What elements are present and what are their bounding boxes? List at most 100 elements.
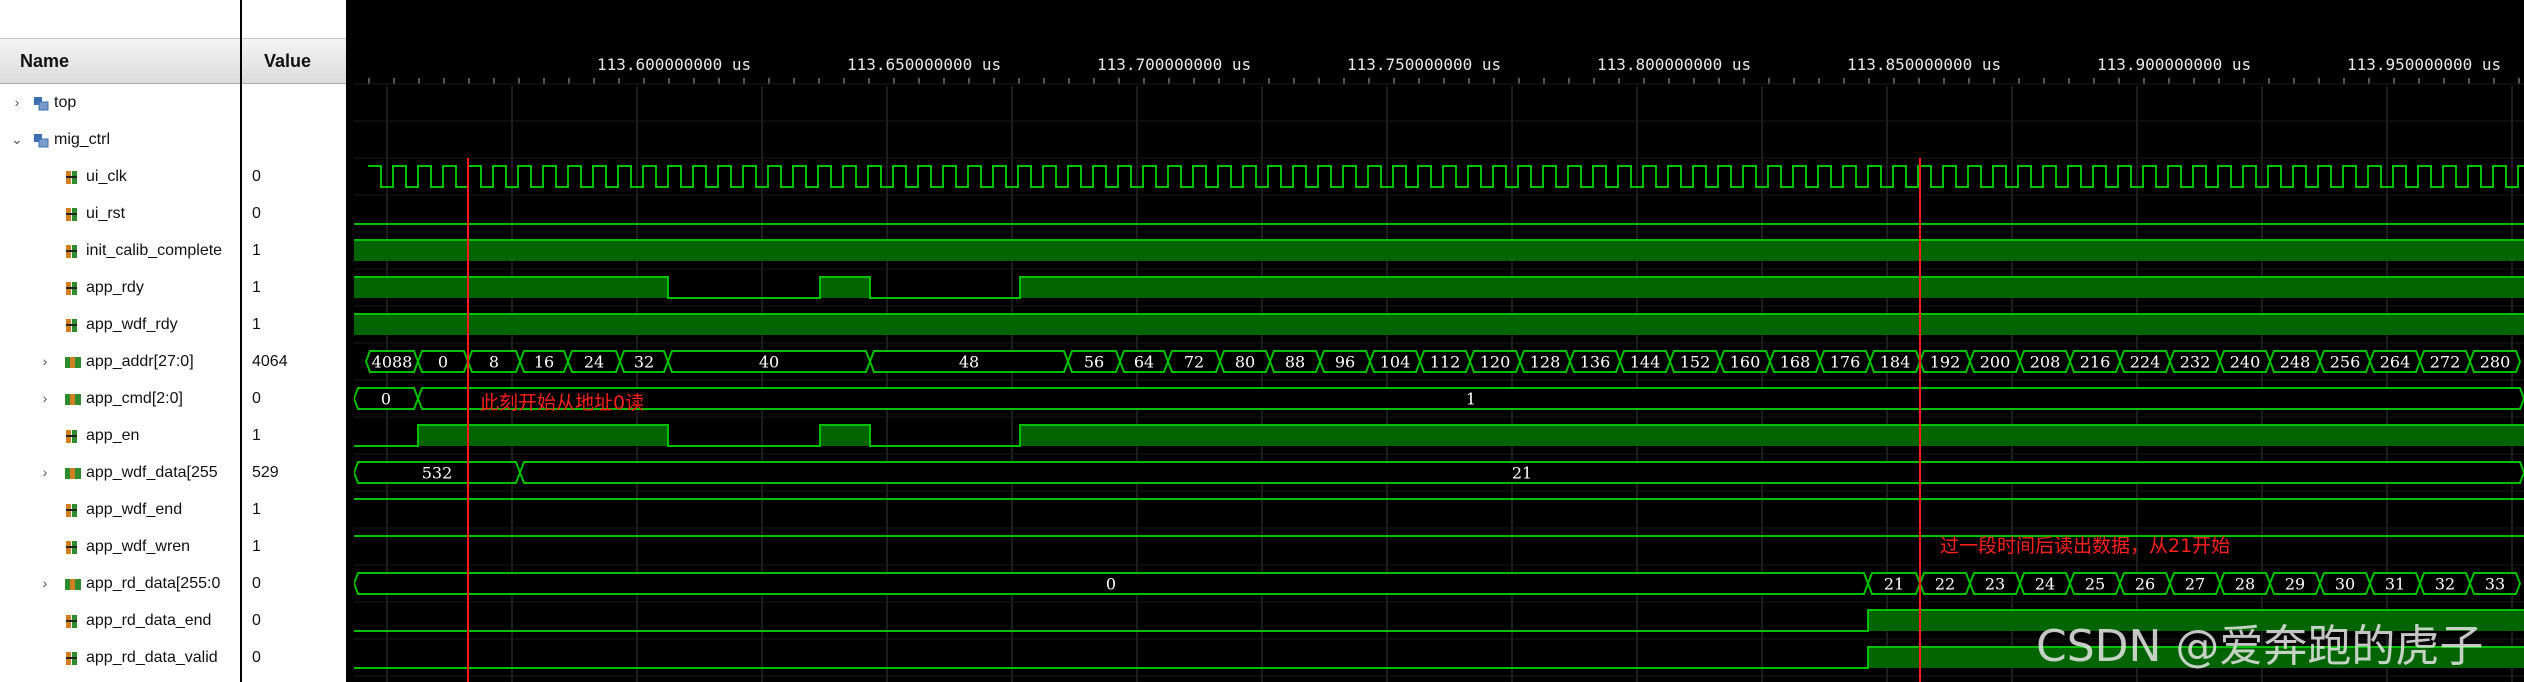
app-addr-value-label: 8 — [489, 353, 499, 372]
ruler-label: 113.700000000 us — [1097, 55, 1251, 74]
name-column-header[interactable]: Name — [0, 38, 240, 84]
app-addr-value-label: 184 — [1880, 353, 1911, 372]
value-column-header[interactable]: Value — [242, 38, 346, 84]
signal-row[interactable]: › app_rd_data[255:0 — [0, 565, 240, 602]
expand-chevron-icon[interactable]: › — [36, 343, 54, 380]
app-rd-data-value-label: 22 — [1935, 575, 1955, 594]
app-en-wave — [354, 424, 2524, 447]
signal-value-row: 1 — [242, 491, 346, 528]
app-cmd-bus: 01 — [354, 387, 2524, 410]
app-addr-value-label: 104 — [1380, 353, 1411, 372]
signal-value-row: 1 — [242, 528, 346, 565]
app-rd-data-value-label: 23 — [1985, 575, 2005, 594]
app-addr-value-label: 272 — [2430, 353, 2461, 372]
signal-value-row: 1 — [242, 306, 346, 343]
column-divider[interactable] — [346, 0, 354, 682]
waveform-area[interactable]: 113.600000000 us 113.650000000 us 113.7000… — [354, 0, 2524, 682]
collapse-chevron-icon[interactable]: ⌄ — [8, 121, 26, 158]
signal-value: 1 — [252, 242, 261, 259]
annotation-read-data: 过一段时间后读出数据，从21开始 — [1940, 535, 2230, 557]
app-rd-data-value-label: 0 — [1106, 575, 1116, 594]
app-rdy-high-fill — [354, 277, 668, 298]
name-column: Name › top ⌄ mig_ctrl ui_clk ui_rst init_calib… — [0, 0, 240, 682]
signal-row[interactable]: app_rd_data_end — [0, 602, 240, 639]
app-addr-value-label: 64 — [1134, 353, 1154, 372]
signal-value-row — [242, 121, 346, 158]
app-addr-value-label: 160 — [1730, 353, 1761, 372]
signal-name: app_wdf_data[255 — [86, 464, 218, 481]
expand-chevron-icon[interactable]: › — [36, 565, 54, 602]
app-rd-data-value-label: 30 — [2335, 575, 2355, 594]
app-rd-data-value-label: 24 — [2035, 575, 2055, 594]
signal-icon — [66, 541, 77, 554]
signal-icon — [66, 504, 77, 517]
signal-name: init_calib_complete — [86, 242, 223, 259]
signal-row[interactable]: app_wdf_wren — [0, 528, 240, 565]
ruler-label: 113.850000000 us — [1847, 55, 2001, 74]
signal-icon — [66, 245, 77, 258]
app-rdy-high-fill — [1020, 277, 2524, 298]
signal-row[interactable]: ui_clk — [0, 158, 240, 195]
signal-value-row: 0 — [242, 639, 346, 676]
ruler-label: 113.900000000 us — [2097, 55, 2251, 74]
annotation-read-start: 此刻开始从地址0读 — [480, 392, 644, 414]
signal-value-row: 0 — [242, 602, 346, 639]
bus-signal-icon — [65, 357, 81, 368]
signal-row[interactable]: app_wdf_rdy — [0, 306, 240, 343]
signal-value: 0 — [252, 168, 261, 185]
app-addr-value-label: 240 — [2230, 353, 2261, 372]
app-cmd-value-label: 0 — [381, 390, 391, 409]
signal-row[interactable]: › app_addr[27:0] — [0, 343, 240, 380]
app-addr-value-label: 96 — [1335, 353, 1355, 372]
app-addr-value-label: 280 — [2480, 353, 2511, 372]
app-addr-value-label: 192 — [1930, 353, 1961, 372]
signal-icon — [66, 615, 77, 628]
app-addr-value-label: 48 — [959, 353, 979, 372]
signal-row[interactable]: › top — [0, 84, 240, 121]
app-addr-value-label: 224 — [2130, 353, 2161, 372]
signal-value: 1 — [252, 427, 261, 444]
app-addr-value-label: 24 — [584, 353, 604, 372]
signal-value-row: 1 — [242, 232, 346, 269]
init-calib-complete-wave — [354, 239, 2524, 261]
app-addr-value-label: 168 — [1780, 353, 1811, 372]
ui-clk-wave — [368, 165, 2524, 188]
app-addr-value-label: 208 — [2030, 353, 2061, 372]
app-rd-data-value-label: 28 — [2235, 575, 2255, 594]
signal-row[interactable]: app_wdf_end — [0, 491, 240, 528]
expand-chevron-icon[interactable]: › — [8, 84, 26, 121]
signal-value-row: 0 — [242, 565, 346, 602]
signal-row[interactable]: init_calib_complete — [0, 232, 240, 269]
signal-name: app_rd_data_valid — [86, 649, 218, 666]
signal-value: 1 — [252, 538, 261, 555]
ruler-label: 113.750000000 us — [1347, 55, 1501, 74]
signal-row[interactable]: app_rd_data_valid — [0, 639, 240, 676]
signal-row[interactable]: ui_rst — [0, 195, 240, 232]
signal-name: app_en — [86, 427, 140, 444]
bus-signal-icon — [65, 579, 81, 590]
signal-value: 0 — [252, 205, 261, 222]
signal-row[interactable]: ⌄ mig_ctrl — [0, 121, 240, 158]
signal-row[interactable]: app_en — [0, 417, 240, 454]
expand-chevron-icon[interactable]: › — [36, 380, 54, 417]
bus-signal-icon — [65, 394, 81, 405]
ruler-label: 113.800000000 us — [1597, 55, 1751, 74]
app-en-high-fill — [820, 425, 870, 446]
signal-value-row: 0 — [242, 158, 346, 195]
signal-name: ui_clk — [86, 168, 127, 185]
signal-row[interactable]: app_rdy — [0, 269, 240, 306]
expand-chevron-icon[interactable]: › — [36, 454, 54, 491]
signal-icon — [66, 208, 77, 221]
app-cmd-value-label: 1 — [1466, 390, 1476, 409]
app-addr-value-label: 72 — [1184, 353, 1204, 372]
signal-name: app_cmd[2:0] — [86, 390, 183, 407]
app-rd-data-value-label: 25 — [2085, 575, 2105, 594]
watermark: CSDN @爱奔跑的虎子 — [2036, 621, 2484, 672]
app-addr-value-label: 176 — [1830, 353, 1861, 372]
signal-value: 0 — [252, 649, 261, 666]
app-rd-data-value-label: 33 — [2485, 575, 2505, 594]
signal-row[interactable]: › app_cmd[2:0] — [0, 380, 240, 417]
signal-row[interactable]: › app_wdf_data[255 — [0, 454, 240, 491]
signal-name: app_rd_data_end — [86, 612, 212, 629]
app-addr-value-label: 144 — [1630, 353, 1661, 372]
